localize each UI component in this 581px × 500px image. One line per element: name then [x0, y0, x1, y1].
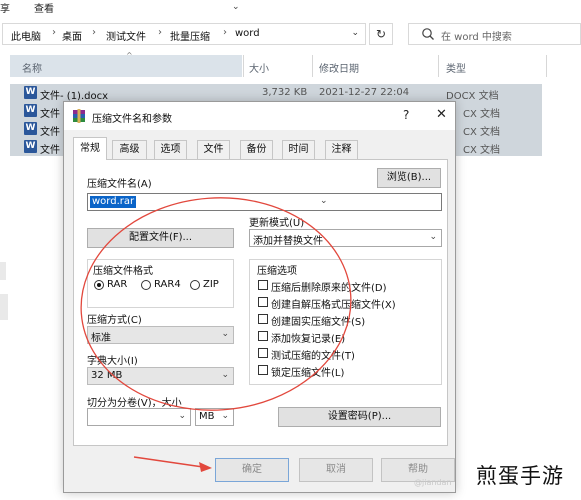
annotation-overlay: [80, 197, 352, 472]
annotation-arrow-line: [133, 456, 204, 468]
tab-general[interactable]: 常规: [73, 137, 107, 160]
annotation-arrow-head: [199, 462, 212, 472]
watermark-handle: @jiandan: [414, 478, 452, 487]
annotation-ellipse: [80, 197, 352, 411]
watermark: 煎蛋手游: [476, 464, 564, 488]
